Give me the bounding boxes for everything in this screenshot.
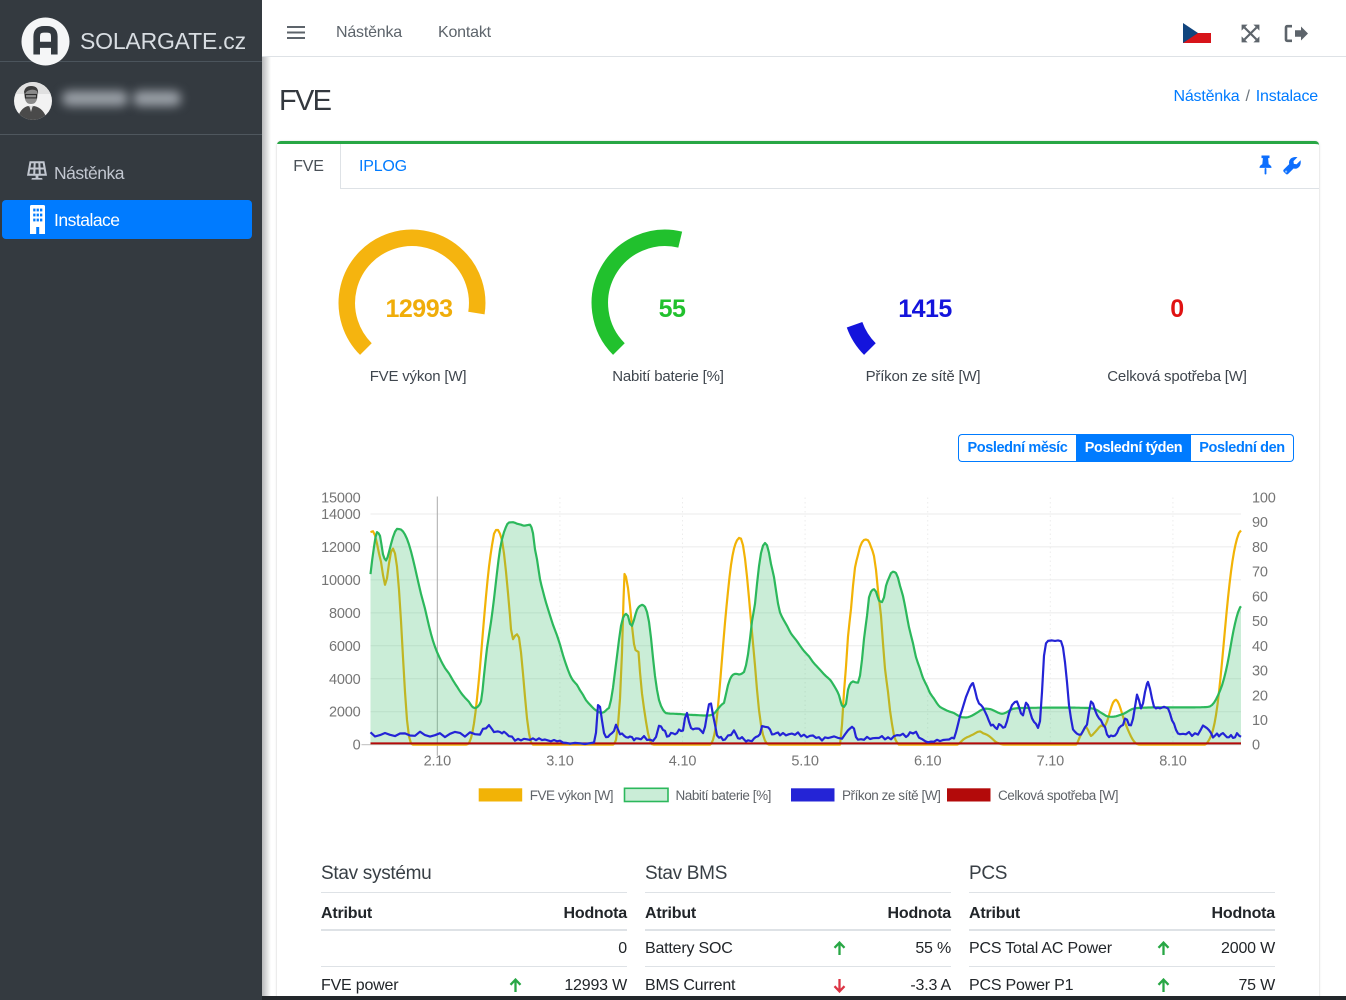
svg-text:60: 60 [1252,589,1268,605]
svg-text:15000: 15000 [321,491,360,507]
svg-text:4000: 4000 [329,672,361,688]
svg-text:10000: 10000 [321,573,360,589]
svg-text:90: 90 [1252,515,1268,531]
svg-text:70: 70 [1252,565,1268,581]
svg-text:0: 0 [353,738,361,754]
svg-text:7.10: 7.10 [1037,754,1065,770]
svg-text:14000: 14000 [321,507,360,523]
svg-text:Nabití baterie [%]: Nabití baterie [%] [676,788,771,803]
svg-text:8.10: 8.10 [1159,754,1187,770]
svg-text:10: 10 [1252,713,1268,729]
svg-text:80: 80 [1252,540,1268,556]
svg-text:6000: 6000 [329,639,361,655]
svg-text:Celková spotřeba [W]: Celková spotřeba [W] [998,788,1118,803]
svg-text:100: 100 [1252,491,1276,507]
svg-text:20: 20 [1252,688,1268,704]
svg-text:Příkon ze sítě [W]: Příkon ze sítě [W] [842,788,940,803]
svg-text:2000: 2000 [329,705,361,721]
svg-text:6.10: 6.10 [914,754,942,770]
svg-text:FVE výkon [W]: FVE výkon [W] [530,788,613,803]
svg-text:5.10: 5.10 [791,754,819,770]
svg-text:8000: 8000 [329,606,361,622]
svg-text:3.10: 3.10 [546,754,574,770]
svg-text:30: 30 [1252,664,1268,680]
svg-text:50: 50 [1252,614,1268,630]
svg-text:4.10: 4.10 [669,754,697,770]
svg-text:40: 40 [1252,639,1268,655]
svg-text:2.10: 2.10 [424,754,452,770]
svg-text:0: 0 [1252,738,1260,754]
svg-text:12000: 12000 [321,540,360,556]
